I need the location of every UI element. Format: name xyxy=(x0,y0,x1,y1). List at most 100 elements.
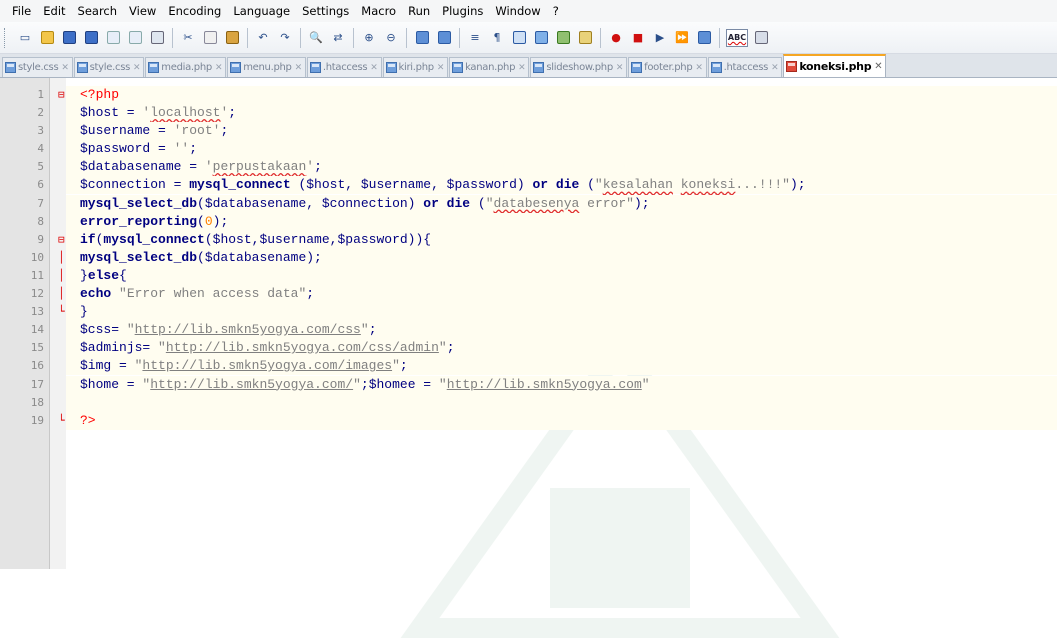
menu-view[interactable]: View xyxy=(123,0,162,22)
run-macro-multiple-icon[interactable]: ⏩ xyxy=(673,29,691,47)
copy-icon[interactable] xyxy=(201,29,219,47)
print-icon[interactable] xyxy=(148,29,166,47)
code-text[interactable]: if(mysql_connect($host,$username,$passwo… xyxy=(80,231,431,249)
code-text[interactable]: mysql_select_db($databasename); xyxy=(80,249,322,267)
code-text[interactable]: $adminjs= "http://lib.smkn5yogya.com/css… xyxy=(80,339,455,357)
menu-search[interactable]: Search xyxy=(72,0,124,22)
menu-file[interactable]: File xyxy=(6,0,37,22)
cut-icon[interactable]: ✂ xyxy=(179,29,197,47)
paste-icon[interactable] xyxy=(223,29,241,47)
code-text[interactable]: }else{ xyxy=(80,267,127,285)
menu-window[interactable]: Window xyxy=(489,0,546,22)
code-token: ' xyxy=(204,159,213,175)
save-icon[interactable] xyxy=(60,29,78,47)
sync-horizontal-icon[interactable] xyxy=(435,29,453,47)
code-token: ); xyxy=(212,213,229,229)
code-editor[interactable]: 1 ⊟ <?php 2 $host = 'localhost'; 3 $username =… xyxy=(0,78,1057,638)
close-icon[interactable] xyxy=(104,29,122,47)
tab-close-icon[interactable]: ✕ xyxy=(437,63,445,73)
record-macro-icon[interactable]: ● xyxy=(607,29,625,47)
tab-menu-php[interactable]: menu.php ✕ xyxy=(227,57,306,77)
undo-icon[interactable]: ↶ xyxy=(254,29,272,47)
code-text[interactable]: } xyxy=(80,303,88,321)
show-all-chars-icon[interactable]: ¶ xyxy=(488,29,506,47)
new-file-icon[interactable]: ▭ xyxy=(16,29,34,47)
code-text[interactable]: $host = 'localhost'; xyxy=(80,104,236,122)
tab-koneksi-php[interactable]: koneksi.php ✕ xyxy=(783,54,887,77)
tab-kiri-php[interactable]: kiri.php ✕ xyxy=(382,57,449,77)
word-wrap-icon[interactable]: ≡ xyxy=(466,29,484,47)
code-text[interactable]: mysql_select_db($databasename, $connecti… xyxy=(80,195,650,213)
tab-media-php[interactable]: media.php ✕ xyxy=(145,57,227,77)
tab-slideshow-php[interactable]: slideshow.php ✕ xyxy=(530,57,628,77)
code-text[interactable]: echo "Error when access data"; xyxy=(80,285,314,303)
code-token: ...!!!" xyxy=(735,177,790,193)
close-all-icon[interactable] xyxy=(126,29,144,47)
indent-guide-icon[interactable] xyxy=(510,29,528,47)
code-token: databesenya xyxy=(493,195,580,211)
line-number: 9 xyxy=(37,232,44,246)
tab-close-icon[interactable]: ✕ xyxy=(616,63,624,73)
tab-close-icon[interactable]: ✕ xyxy=(518,63,526,73)
zoom-in-icon[interactable]: ⊕ xyxy=(360,29,378,47)
fold-toggle-icon[interactable]: ⊟ xyxy=(58,231,68,249)
stop-recording-icon[interactable]: ■ xyxy=(629,29,647,47)
code-token: " xyxy=(594,177,603,193)
document-map-icon[interactable] xyxy=(532,29,550,47)
code-text[interactable]: $css= "http://lib.smkn5yogya.com/css"; xyxy=(80,321,377,339)
redo-icon[interactable]: ↷ xyxy=(276,29,294,47)
folder-workspace-icon[interactable] xyxy=(576,29,594,47)
code-text[interactable]: $username = 'root'; xyxy=(80,122,228,140)
sync-vertical-icon[interactable] xyxy=(413,29,431,47)
save-all-icon[interactable] xyxy=(82,29,100,47)
code-token: koneksi xyxy=(680,177,736,193)
code-text[interactable]: $password = ''; xyxy=(80,140,197,158)
toolbar-grip[interactable] xyxy=(4,27,8,48)
code-token: mysql_select_db xyxy=(80,195,198,211)
menu-language[interactable]: Language xyxy=(227,0,296,22)
menu-run[interactable]: Run xyxy=(402,0,436,22)
code-text[interactable]: $connection = mysql_connect ($host, $use… xyxy=(80,176,806,194)
code-text[interactable]: error_reporting(0); xyxy=(80,213,228,231)
line-number: 17 xyxy=(30,377,44,391)
spell-check-settings-icon[interactable] xyxy=(752,29,770,47)
menu-edit[interactable]: Edit xyxy=(37,0,71,22)
tab-htaccess[interactable]: .htaccess ✕ xyxy=(306,57,382,77)
code-token: ; xyxy=(314,159,322,175)
menu-macro[interactable]: Macro xyxy=(355,0,402,22)
replace-icon[interactable]: ⇄ xyxy=(329,29,347,47)
zoom-out-icon[interactable]: ⊖ xyxy=(382,29,400,47)
code-line: 3 $username = 'root'; xyxy=(0,122,1057,141)
spell-check-icon[interactable]: ABC xyxy=(726,28,748,47)
fold-toggle-icon[interactable]: ⊟ xyxy=(58,86,68,104)
find-icon[interactable]: 🔍 xyxy=(307,29,325,47)
tab-style-css[interactable]: style.css ✕ xyxy=(73,57,145,77)
code-token: ; xyxy=(220,123,229,139)
code-text[interactable]: <?php xyxy=(80,86,119,104)
menu-plugins[interactable]: Plugins xyxy=(436,0,489,22)
code-text[interactable]: $home = "http://lib.smkn5yogya.com/";$ho… xyxy=(80,376,650,394)
tab-kanan-php[interactable]: kanan.php ✕ xyxy=(449,57,530,77)
tab-style-css[interactable]: style.css ✕ xyxy=(2,57,73,77)
tab-footer-php[interactable]: footer.php ✕ xyxy=(628,57,707,77)
code-token: error_reporting xyxy=(80,213,198,229)
tab-close-icon[interactable]: ✕ xyxy=(771,63,779,73)
code-text[interactable]: $img = "http://lib.smkn5yogya.com/images… xyxy=(80,357,408,375)
tab-close-icon[interactable]: ✕ xyxy=(295,63,303,73)
code-text[interactable]: ?> xyxy=(80,412,96,430)
tab-close-icon[interactable]: ✕ xyxy=(133,63,141,73)
open-file-icon[interactable] xyxy=(38,29,56,47)
menu-settings[interactable]: Settings xyxy=(296,0,355,22)
code-text[interactable]: $databasename = 'perpustakaan'; xyxy=(80,158,322,176)
save-macro-icon[interactable] xyxy=(695,29,713,47)
tab-htaccess[interactable]: .htaccess ✕ xyxy=(707,57,783,77)
tab-close-icon[interactable]: ✕ xyxy=(370,63,378,73)
menu-help[interactable]: ? xyxy=(547,0,565,22)
menu-encoding[interactable]: Encoding xyxy=(162,0,227,22)
function-list-icon[interactable] xyxy=(554,29,572,47)
tab-close-icon[interactable]: ✕ xyxy=(695,63,703,73)
tab-close-icon[interactable]: ✕ xyxy=(874,61,882,72)
tab-close-icon[interactable]: ✕ xyxy=(215,63,223,73)
tab-close-icon[interactable]: ✕ xyxy=(61,63,69,73)
play-macro-icon[interactable]: ▶ xyxy=(651,29,669,47)
